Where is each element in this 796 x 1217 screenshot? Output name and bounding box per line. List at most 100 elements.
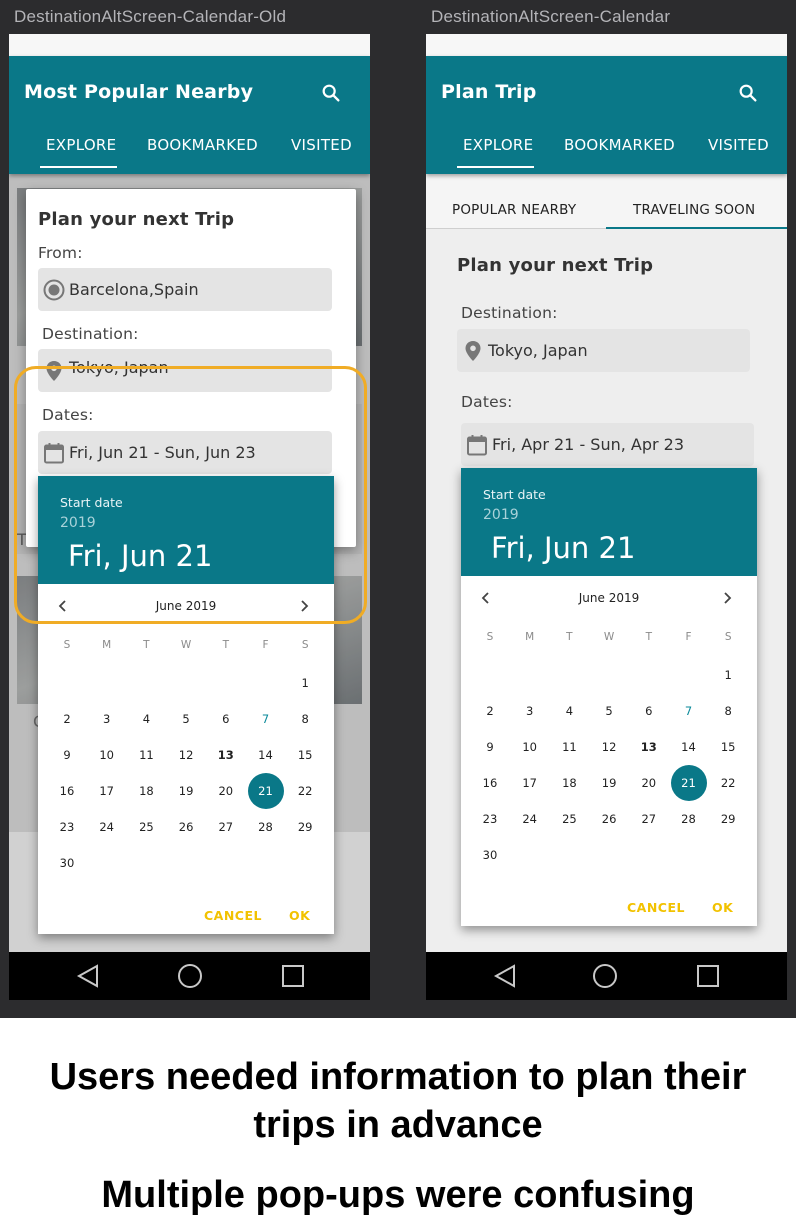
dates-value: Fri, Apr 21 - Sun, Apr 23 — [492, 435, 685, 454]
tab-explore[interactable]: EXPLORE — [463, 136, 533, 154]
recents-icon[interactable] — [279, 962, 307, 990]
calendar-day[interactable]: 26 — [591, 801, 627, 837]
calendar-day[interactable]: 27 — [631, 801, 667, 837]
calendar-day[interactable]: 3 — [89, 701, 125, 737]
recents-icon[interactable] — [694, 962, 722, 990]
dates-field[interactable]: Fri, Apr 21 - Sun, Apr 23 — [461, 423, 754, 466]
weekday-header: T — [143, 639, 150, 651]
calendar-day[interactable]: 30 — [49, 845, 85, 881]
calendar-day[interactable]: 6 — [208, 701, 244, 737]
calendar-day[interactable]: 26 — [168, 809, 204, 845]
calendar-day[interactable]: 8 — [710, 693, 746, 729]
calendar-day[interactable]: 13 — [208, 737, 244, 773]
calendar-day[interactable]: 14 — [671, 729, 707, 765]
calendar-day[interactable]: 25 — [128, 809, 164, 845]
calendar-day[interactable]: 19 — [168, 773, 204, 809]
calendar-day[interactable]: 29 — [710, 801, 746, 837]
calendar-day[interactable]: 15 — [287, 737, 323, 773]
home-icon[interactable] — [591, 962, 619, 990]
tab-explore[interactable]: EXPLORE — [46, 136, 116, 154]
ok-button[interactable]: OK — [289, 908, 310, 923]
calendar-day[interactable]: 24 — [89, 809, 125, 845]
calendar-icon — [467, 435, 487, 456]
calendar-day[interactable]: 6 — [631, 693, 667, 729]
status-bar — [426, 34, 787, 56]
calendar-day[interactable]: 8 — [287, 701, 323, 737]
left-screen-label: DestinationAltScreen-Calendar-Old — [14, 7, 287, 26]
destination-label: Destination: — [42, 325, 139, 343]
calendar-day[interactable]: 10 — [512, 729, 548, 765]
calendar-day[interactable]: 28 — [248, 809, 284, 845]
back-icon[interactable] — [492, 962, 520, 990]
calendar-day[interactable]: 20 — [631, 765, 667, 801]
chevron-right-icon[interactable] — [719, 590, 735, 606]
calendar-day[interactable]: 10 — [89, 737, 125, 773]
cancel-button[interactable]: CANCEL — [204, 908, 262, 923]
calendar-day[interactable]: 22 — [287, 773, 323, 809]
tab-visited[interactable]: VISITED — [291, 136, 352, 154]
weekday-header: T — [222, 639, 229, 651]
tab-bookmarked[interactable]: BOOKMARKED — [147, 136, 258, 154]
calendar-day[interactable]: 1 — [287, 665, 323, 701]
system-nav-bar — [426, 952, 787, 1000]
tab-bookmarked[interactable]: BOOKMARKED — [564, 136, 675, 154]
calendar-day[interactable]: 1 — [710, 657, 746, 693]
calendar-day[interactable]: 18 — [128, 773, 164, 809]
calendar-day[interactable]: 15 — [710, 729, 746, 765]
calendar-day[interactable]: 14 — [248, 737, 284, 773]
calendar-day[interactable]: 17 — [512, 765, 548, 801]
calendar-day[interactable]: 23 — [49, 809, 85, 845]
calendar-day[interactable]: 22 — [710, 765, 746, 801]
calendar-day[interactable]: 5 — [168, 701, 204, 737]
calendar-day[interactable]: 17 — [89, 773, 125, 809]
calendar-day[interactable]: 9 — [49, 737, 85, 773]
home-icon[interactable] — [176, 962, 204, 990]
main-tabs: EXPLORE BOOKMARKED VISITED — [426, 134, 787, 174]
calendar-day[interactable]: 23 — [472, 801, 508, 837]
calendar-day[interactable]: 4 — [551, 693, 587, 729]
app-bar-title: Most Popular Nearby — [24, 81, 254, 103]
calendar-day[interactable]: 16 — [472, 765, 508, 801]
calendar-day-selected[interactable]: 21 — [247, 773, 284, 809]
calendar-day[interactable]: 2 — [49, 701, 85, 737]
calendar-day[interactable]: 29 — [287, 809, 323, 845]
calendar-day-selected[interactable]: 21 — [670, 765, 707, 801]
presentation-background: DestinationAltScreen-Calendar-Old Most P… — [0, 0, 796, 1018]
calendar-day[interactable]: 11 — [128, 737, 164, 773]
back-icon[interactable] — [75, 962, 103, 990]
calendar-day[interactable]: 4 — [128, 701, 164, 737]
cancel-button[interactable]: CANCEL — [627, 900, 685, 915]
calendar-day[interactable]: 19 — [591, 765, 627, 801]
panel-title: Plan your next Trip — [457, 255, 654, 276]
calendar-day[interactable]: 13 — [631, 729, 667, 765]
calendar-day[interactable]: 27 — [208, 809, 244, 845]
calendar-day[interactable]: 16 — [49, 773, 85, 809]
calendar-day[interactable]: 3 — [512, 693, 548, 729]
date-picker-dialog: Start date 2019 Fri, Jun 21 June 2019 CA… — [461, 468, 757, 926]
calendar-day[interactable]: 7 — [671, 693, 707, 729]
calendar-day[interactable]: 9 — [472, 729, 508, 765]
calendar-day[interactable]: 5 — [591, 693, 627, 729]
subtab-popular-nearby[interactable]: POPULAR NEARBY — [452, 202, 576, 218]
calendar-day[interactable]: 12 — [591, 729, 627, 765]
calendar-day[interactable]: 30 — [472, 837, 508, 873]
picker-selected-date: Fri, Jun 21 — [491, 531, 636, 565]
from-field[interactable]: Barcelona,Spain — [38, 268, 332, 311]
calendar-day[interactable]: 7 — [248, 701, 284, 737]
calendar-day[interactable]: 11 — [551, 729, 587, 765]
search-icon[interactable] — [320, 82, 342, 104]
calendar-day[interactable]: 12 — [168, 737, 204, 773]
calendar-day[interactable]: 24 — [512, 801, 548, 837]
tab-visited[interactable]: VISITED — [708, 136, 769, 154]
calendar-day[interactable]: 20 — [208, 773, 244, 809]
destination-field[interactable]: Tokyo, Japan — [457, 329, 750, 372]
weekday-header: M — [102, 639, 112, 651]
subtab-traveling-soon[interactable]: TRAVELING SOON — [633, 202, 755, 218]
picker-year[interactable]: 2019 — [483, 507, 519, 523]
calendar-day[interactable]: 25 — [551, 801, 587, 837]
ok-button[interactable]: OK — [712, 900, 733, 915]
calendar-day[interactable]: 28 — [671, 801, 707, 837]
calendar-day[interactable]: 18 — [551, 765, 587, 801]
calendar-day[interactable]: 2 — [472, 693, 508, 729]
search-icon[interactable] — [737, 82, 759, 104]
